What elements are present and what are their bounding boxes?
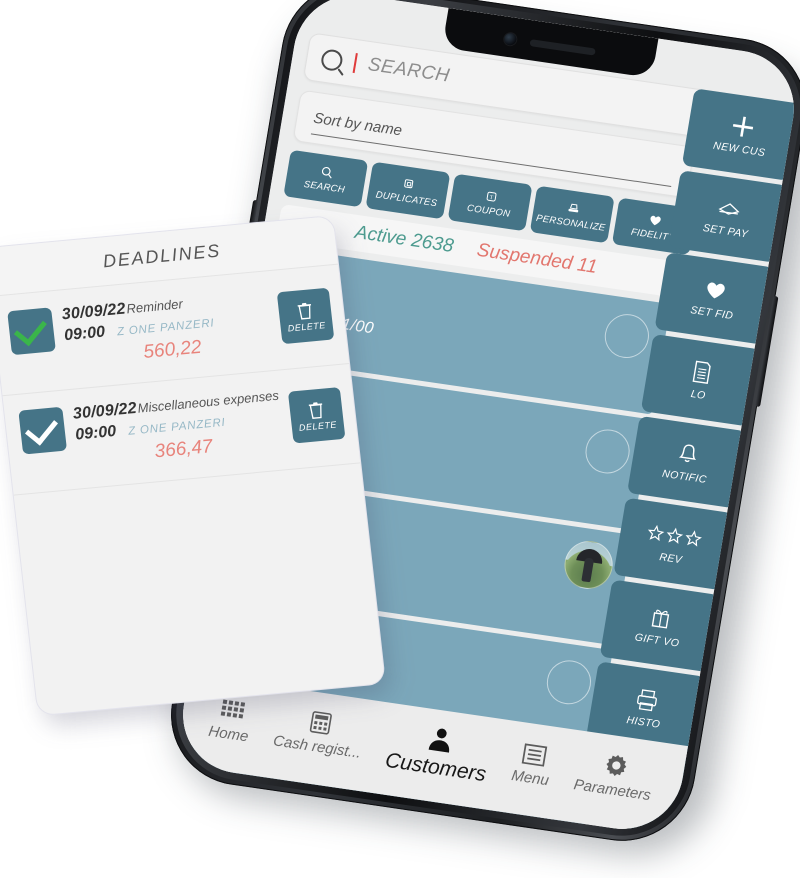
deadline-operator: Z ONE PANZERI — [127, 416, 227, 438]
svg-text:T: T — [489, 194, 494, 200]
delete-label: DELETE — [287, 320, 327, 334]
nav-item-parameters[interactable]: Parameters — [572, 745, 657, 805]
gift-voucher-button[interactable]: GIFT VO — [599, 579, 720, 673]
earpiece-speaker-icon — [529, 38, 596, 56]
calculator-icon — [307, 705, 335, 736]
check-icon — [24, 410, 58, 446]
receipt-icon — [689, 358, 715, 387]
sort-input[interactable]: Sort by name — [312, 110, 403, 140]
search-input[interactable]: SEARCH — [366, 54, 451, 88]
nav-label: Cash regist... — [271, 732, 363, 762]
nav-label: Customers — [383, 748, 488, 787]
rail-label: REV — [658, 551, 684, 567]
deadline-operator: Z ONE PANZERI — [116, 317, 216, 339]
deadline-date: 30/09/22 — [60, 300, 127, 324]
stars-icon — [645, 519, 705, 553]
nav-item-customers[interactable]: Customers — [383, 717, 493, 787]
nav-label: Menu — [510, 767, 551, 790]
set-fidelity-button[interactable]: SET FID — [654, 252, 775, 345]
filter-coupon-button[interactable]: T COUPON — [447, 173, 533, 232]
heart-icon — [702, 276, 730, 305]
suspended-count: Suspended 11 — [475, 239, 599, 278]
filter-label: SEARCH — [302, 178, 346, 196]
deadline-checkbox[interactable] — [18, 406, 68, 455]
nav-label: Home — [207, 722, 250, 746]
deadlines-card: DEADLINES 30/09/22 Reminder 09:00 Z ONE … — [0, 215, 385, 716]
delete-button[interactable]: DELETE — [287, 387, 346, 444]
magnifier-icon — [319, 164, 334, 181]
filter-personalize-button[interactable]: PERSONALIZE — [529, 185, 615, 244]
deadline-type: Reminder — [125, 296, 184, 317]
filter-label: PERSONALIZE — [535, 212, 607, 234]
deadline-date: 30/09/22 — [72, 399, 138, 423]
rail-label: SET PAY — [701, 222, 750, 241]
ticket-icon: T — [483, 188, 498, 205]
printer-icon — [633, 685, 661, 714]
text-caret — [352, 53, 358, 74]
bell-icon — [675, 440, 701, 469]
set-payment-button[interactable]: SET PAY — [668, 170, 788, 263]
rail-label: GIFT VO — [633, 631, 681, 650]
rail-label: HISTO — [625, 714, 662, 731]
gear-icon — [602, 748, 631, 779]
heart-icon — [647, 212, 663, 229]
deadlines-card-wrapper: DEADLINES 30/09/22 Reminder 09:00 Z ONE … — [0, 215, 398, 727]
screenshot-stage: SEARCH Sort by name SEARCH DUPLICATES T … — [0, 0, 800, 878]
nav-item-menu[interactable]: Menu — [510, 736, 555, 790]
list-icon — [520, 736, 548, 767]
person-icon — [425, 723, 455, 754]
notifications-button[interactable]: NOTIFIC — [627, 415, 747, 509]
stamp-icon — [565, 200, 582, 217]
rail-label: LO — [689, 387, 707, 402]
rail-label: SET FID — [689, 304, 735, 323]
front-camera-icon — [503, 32, 518, 46]
copy-icon — [401, 176, 416, 193]
rail-label: NEW CUS — [712, 139, 767, 160]
payment-icon — [714, 194, 744, 223]
delete-button[interactable]: DELETE — [276, 287, 335, 345]
filter-search-button[interactable]: SEARCH — [283, 149, 369, 208]
delete-label: DELETE — [298, 419, 338, 433]
trash-icon — [294, 299, 316, 322]
deadline-time: 09:00 — [63, 323, 106, 345]
search-icon — [319, 47, 345, 72]
active-count: Active 2638 — [353, 221, 456, 257]
nav-label: Parameters — [572, 776, 652, 805]
loyalty-button[interactable]: LO — [640, 333, 761, 427]
filter-duplicates-button[interactable]: DUPLICATES — [365, 161, 451, 220]
reviews-button[interactable]: REV — [613, 497, 734, 591]
trash-icon — [305, 398, 327, 421]
check-icon — [13, 311, 47, 346]
new-customer-button[interactable]: NEW CUS — [681, 88, 800, 181]
filter-label: COUPON — [466, 202, 512, 220]
filter-label: DUPLICATES — [374, 188, 439, 209]
deadline-checkbox[interactable] — [7, 307, 56, 356]
rail-label: NOTIFIC — [661, 467, 708, 486]
deadline-time: 09:00 — [74, 422, 118, 444]
gift-icon — [648, 603, 674, 632]
nav-item-cash-register[interactable]: Cash regist... — [272, 701, 368, 762]
plus-icon — [728, 112, 758, 141]
